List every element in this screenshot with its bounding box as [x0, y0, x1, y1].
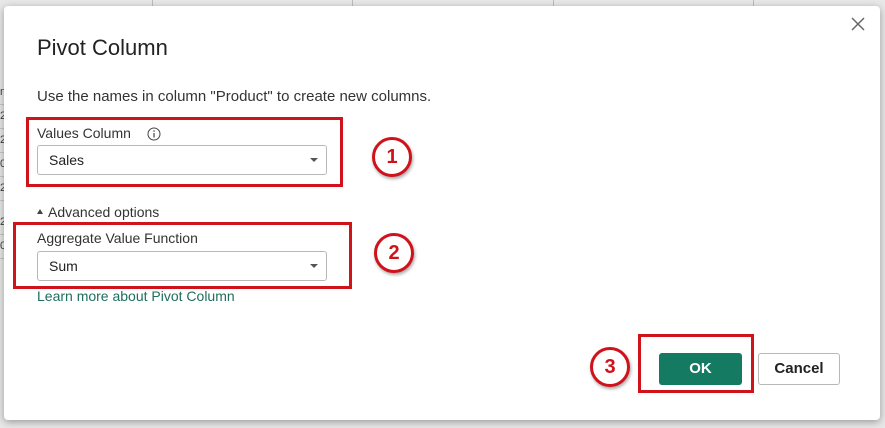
- step-marker-2: 2: [374, 233, 414, 273]
- annotation-box-aggregate: [13, 222, 352, 289]
- dialog-description: Use the names in column "Product" to cre…: [37, 88, 432, 105]
- annotation-box-ok: [638, 334, 754, 393]
- step-marker-3: 3: [590, 347, 630, 387]
- annotation-box-values: [26, 117, 343, 187]
- learn-more-link[interactable]: Learn more about Pivot Column: [37, 288, 235, 304]
- close-button[interactable]: [848, 14, 868, 34]
- cancel-button[interactable]: Cancel: [758, 353, 840, 385]
- advanced-options-toggle[interactable]: Advanced options: [37, 204, 159, 220]
- dialog-title: Pivot Column: [37, 35, 168, 60]
- step-marker-1: 1: [372, 137, 412, 177]
- triangle-collapse-icon: [37, 208, 43, 214]
- close-icon: [851, 17, 865, 31]
- advanced-options-label: Advanced options: [48, 204, 160, 220]
